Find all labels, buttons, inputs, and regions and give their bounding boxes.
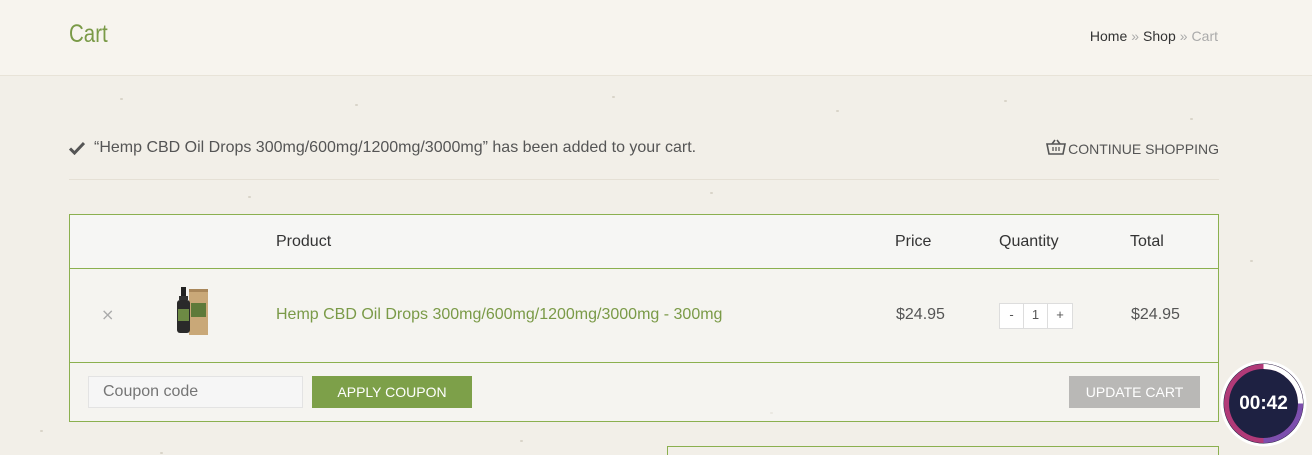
cart-notice: “Hemp CBD Oil Drops 300mg/600mg/1200mg/3… <box>68 136 1219 180</box>
quantity-stepper: - 1 + <box>999 303 1073 329</box>
continue-shopping-label: CONTINUE SHOPPING <box>1068 140 1219 157</box>
breadcrumb-separator: » <box>1179 28 1188 44</box>
update-cart-button[interactable]: UPDATE CART <box>1069 376 1200 408</box>
continue-shopping-link[interactable]: CONTINUE SHOPPING <box>1046 139 1219 158</box>
table-header: Product Price Quantity Total <box>70 215 1218 269</box>
header-total: Total <box>1130 233 1164 250</box>
product-thumbnail[interactable] <box>174 285 210 337</box>
header-quantity: Quantity <box>999 233 1059 250</box>
notice-message: “Hemp CBD Oil Drops 300mg/600mg/1200mg/3… <box>94 139 697 156</box>
breadcrumb-current: Cart <box>1191 28 1218 44</box>
countdown-timer: 00:42 <box>1219 359 1308 448</box>
item-price: $24.95 <box>896 306 945 323</box>
breadcrumb-separator: » <box>1131 28 1140 44</box>
quantity-decrease-button[interactable]: - <box>1000 304 1024 328</box>
timer-label: 00:42 <box>1239 393 1288 414</box>
page-title: Cart <box>69 20 108 48</box>
header-price: Price <box>895 233 932 250</box>
cart-table: Product Price Quantity Total × Hemp CBD … <box>69 214 1219 422</box>
page-header: Cart Home» Shop» Cart <box>0 0 1312 76</box>
breadcrumb-home[interactable]: Home <box>1090 28 1127 44</box>
basket-icon <box>1046 139 1067 158</box>
quantity-increase-button[interactable]: + <box>1048 304 1072 328</box>
header-product: Product <box>276 233 332 250</box>
check-icon <box>68 140 86 159</box>
cart-totals-box <box>667 446 1219 455</box>
apply-coupon-button[interactable]: APPLY COUPON <box>312 376 472 408</box>
remove-item-button[interactable]: × <box>101 305 114 324</box>
breadcrumb-shop[interactable]: Shop <box>1143 28 1176 44</box>
coupon-code-input[interactable] <box>88 376 303 408</box>
item-total: $24.95 <box>1131 306 1180 323</box>
breadcrumb: Home» Shop» Cart <box>1090 28 1218 44</box>
table-row: × Hemp CBD Oil Drops 300mg/600mg/1200mg/… <box>70 269 1218 363</box>
product-link[interactable]: Hemp CBD Oil Drops 300mg/600mg/1200mg/30… <box>276 306 722 324</box>
quantity-input[interactable]: 1 <box>1024 304 1048 328</box>
